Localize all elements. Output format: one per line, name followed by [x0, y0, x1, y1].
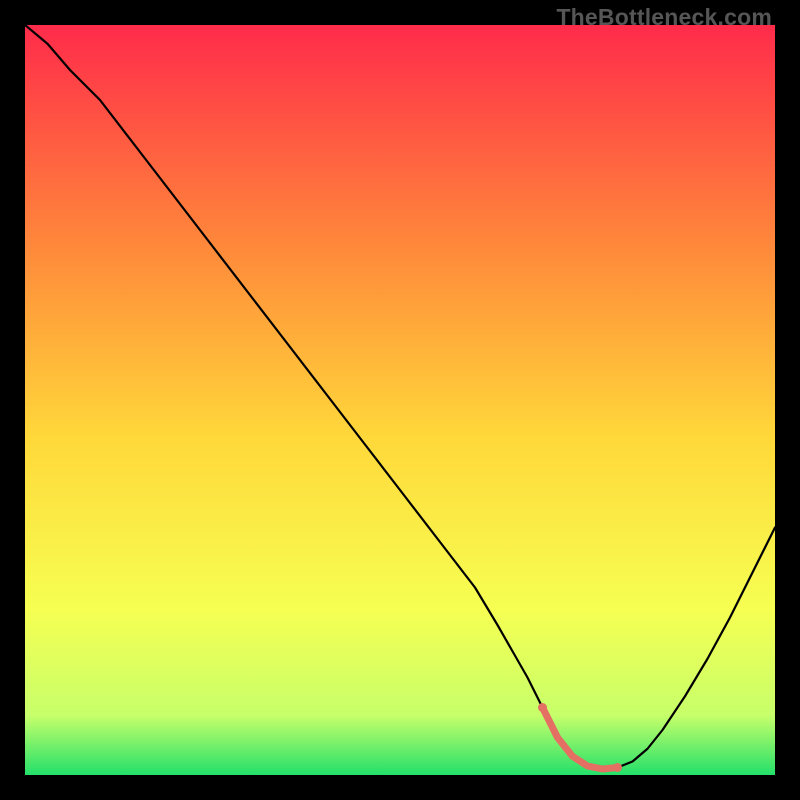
gradient-background: [25, 25, 775, 775]
plot-area: [25, 25, 775, 775]
highlight-endpoint-right: [613, 763, 622, 772]
chart-svg: [25, 25, 775, 775]
highlight-endpoint-left: [538, 703, 547, 712]
chart-frame: { "watermark": "TheBottleneck.com", "col…: [0, 0, 800, 800]
